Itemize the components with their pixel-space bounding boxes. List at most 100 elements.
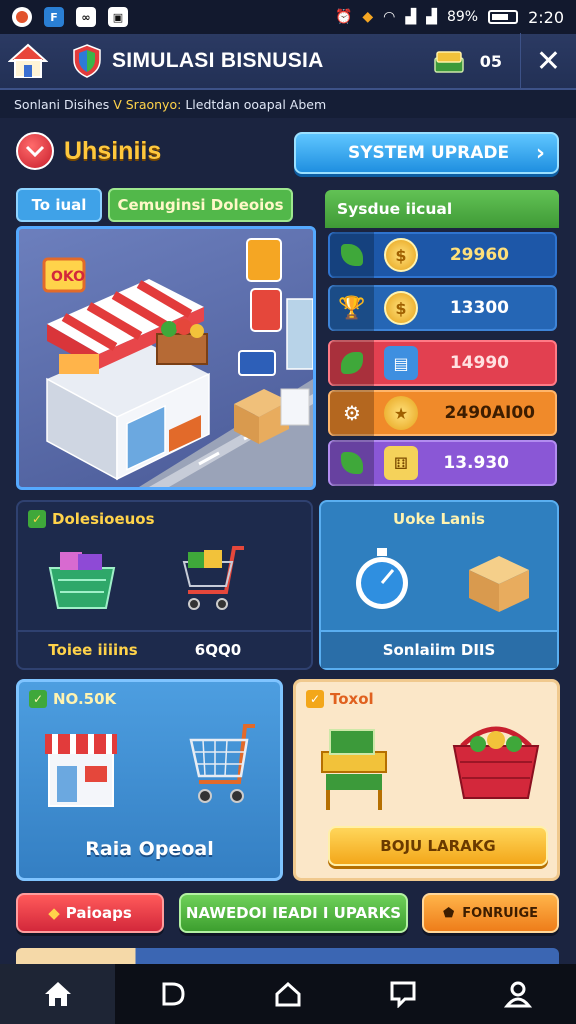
battery-percent: 89%	[446, 9, 479, 25]
tab-tutorial[interactable]: To iual	[16, 188, 102, 222]
panel-title: ✓ NO.50K	[29, 690, 116, 708]
check-icon: ✓	[306, 690, 324, 708]
svg-text:OKO: OKO	[51, 269, 85, 285]
media-notification-icon: ∞	[76, 7, 96, 27]
shop-illustration: OKO	[42, 238, 313, 487]
status-bar: F ∞ ▣ ⏰ ◆ ◠ ▟ ▟ 89% 2:20	[0, 0, 576, 34]
cash-register-icon: ▤	[384, 346, 418, 380]
leaf-icon	[330, 232, 374, 278]
top-bar: SIMULASI BISNUSIA 05 ✕	[0, 33, 576, 90]
clock: 2:20	[528, 7, 564, 27]
basket-icon	[48, 552, 116, 609]
close-icon: ✕	[535, 43, 562, 79]
upgrade-parks-label: NAWEDOI IEADI I UPARKS	[185, 904, 402, 922]
home-button[interactable]	[0, 33, 56, 89]
stat-row[interactable]: $ 29960	[328, 232, 557, 278]
stat-row[interactable]: ⚅ 13.930	[328, 440, 557, 486]
tab-business[interactable]: Cemuginsi Doleoios	[108, 188, 293, 222]
inventory-panel[interactable]: ✓ Dolesioeuos Toiee iiiins 6QQ0	[16, 500, 313, 670]
signal-icon: ▟	[405, 9, 417, 25]
image-notification-icon: ▣	[108, 7, 128, 27]
panel-title-text: Dolesioeuos	[52, 510, 155, 528]
stat-row[interactable]: ⚙ ★ 2490AI00	[328, 390, 557, 436]
nav-home-outline[interactable]	[230, 964, 345, 1024]
store-label: Raia Opeoal	[85, 838, 214, 860]
upgrade-parks-button[interactable]: NAWEDOI IEADI I UPARKS	[179, 893, 408, 933]
nav-back[interactable]	[115, 964, 230, 1024]
dice-icon: ⚅	[384, 446, 418, 480]
stat-value: 13.930	[443, 453, 509, 473]
footer-value: 6QQ0	[194, 641, 242, 659]
store-icon	[45, 734, 117, 807]
gears-icon: ⚙	[330, 390, 374, 436]
coin-counter: 05	[432, 46, 520, 76]
panel-title-text: Toxol	[330, 690, 374, 708]
ticker-left: Sonlani Disihes	[14, 96, 110, 112]
produce-panel[interactable]: ✓ Toxol BOJU LARAKG	[293, 679, 560, 881]
panel-title: Uoke Lanis	[393, 510, 485, 528]
shield-logo-icon	[73, 44, 101, 78]
budget-label: BOJU LARAKG	[380, 837, 496, 855]
tab-label: To iual	[31, 196, 87, 214]
app-notification-icon: F	[44, 7, 64, 27]
home-icon	[44, 982, 71, 1006]
box-notification-icon: ◆	[362, 9, 374, 25]
stat-value: 29960	[449, 245, 509, 265]
footer-label: Toiee iiiins	[48, 641, 138, 659]
upgrade-label: SYSTEM UPRADE	[348, 143, 510, 163]
badge-icon: ★	[384, 396, 418, 430]
promo-label: Paioaps	[65, 904, 132, 922]
leaf-icon	[330, 440, 374, 486]
battery-icon	[488, 10, 519, 24]
shopping-cart-icon	[182, 546, 244, 610]
chat-icon	[390, 981, 416, 1008]
fortune-label: FONRUIGE	[462, 905, 539, 921]
alarm-icon: ⏰	[334, 9, 353, 25]
system-upgrade-button[interactable]: SYSTEM UPRADE ›	[294, 132, 559, 174]
coin-icon: $	[384, 238, 418, 272]
stat-value: 2490AI00	[444, 403, 535, 423]
fortune-button[interactable]: ⬟ FONRUIGE	[422, 893, 559, 933]
check-icon: ✓	[28, 510, 46, 528]
stat-row[interactable]: ▤ 14990	[328, 340, 557, 386]
cardboard-box-icon	[469, 556, 529, 612]
section-header: Uhsiniis	[16, 132, 161, 170]
tab-label: Cemuginsi Doleoios	[117, 196, 284, 214]
store-panel[interactable]: ✓ NO.50K Raia Opeoal	[16, 679, 283, 881]
home-icon	[8, 43, 48, 78]
nav-profile[interactable]	[461, 964, 576, 1024]
profile-icon	[504, 981, 533, 1008]
nav-home[interactable]	[0, 964, 116, 1024]
panel-footer: Toiee iiiins 6QQ0	[18, 630, 311, 668]
app-title: SIMULASI BISNUSIA	[112, 49, 324, 72]
heart-icon	[16, 132, 54, 170]
leaf-icon	[330, 340, 374, 386]
trophy-icon: 🏆	[330, 285, 374, 331]
stats-header: Sysdue iicual	[325, 190, 559, 228]
budget-button[interactable]: BOJU LARAKG	[328, 826, 548, 866]
info-ticker: Sonlani Disihes V Sraonyo: Lledtdan ooap…	[0, 90, 576, 118]
shop-scene-illustration[interactable]: OKO	[16, 226, 316, 490]
panel-title: ✓ Toxol	[306, 690, 374, 708]
section-title: Uhsiniis	[64, 136, 162, 165]
back-icon	[162, 982, 185, 1006]
check-icon: ✓	[29, 690, 47, 708]
tag-icon: ◆	[48, 904, 60, 922]
fruit-basket-icon	[452, 726, 540, 799]
produce-stand-icon	[321, 729, 387, 810]
stat-value: 13300	[449, 298, 509, 318]
coin-count: 05	[479, 51, 502, 71]
stats-title: Sysdue iicual	[337, 200, 453, 218]
panel-title-text: NO.50K	[53, 690, 117, 708]
panel-footer: Sonlaiim DIIS	[321, 630, 557, 668]
ticker-right: Lledtdan ooapal Abem	[185, 96, 327, 112]
panel-title: ✓ Dolesioeuos	[28, 510, 155, 528]
nav-chat[interactable]	[346, 964, 461, 1024]
home-outline-icon	[275, 981, 301, 1007]
promo-button[interactable]: ◆ Paioaps	[16, 893, 164, 933]
stat-row[interactable]: 🏆 $ 13300	[328, 285, 557, 331]
wifi-icon: ◠	[383, 9, 396, 25]
close-button[interactable]: ✕	[520, 33, 576, 89]
shopping-cart-icon	[189, 724, 255, 803]
timer-panel[interactable]: Uoke Lanis Sonlaiim DIIS	[319, 500, 559, 670]
